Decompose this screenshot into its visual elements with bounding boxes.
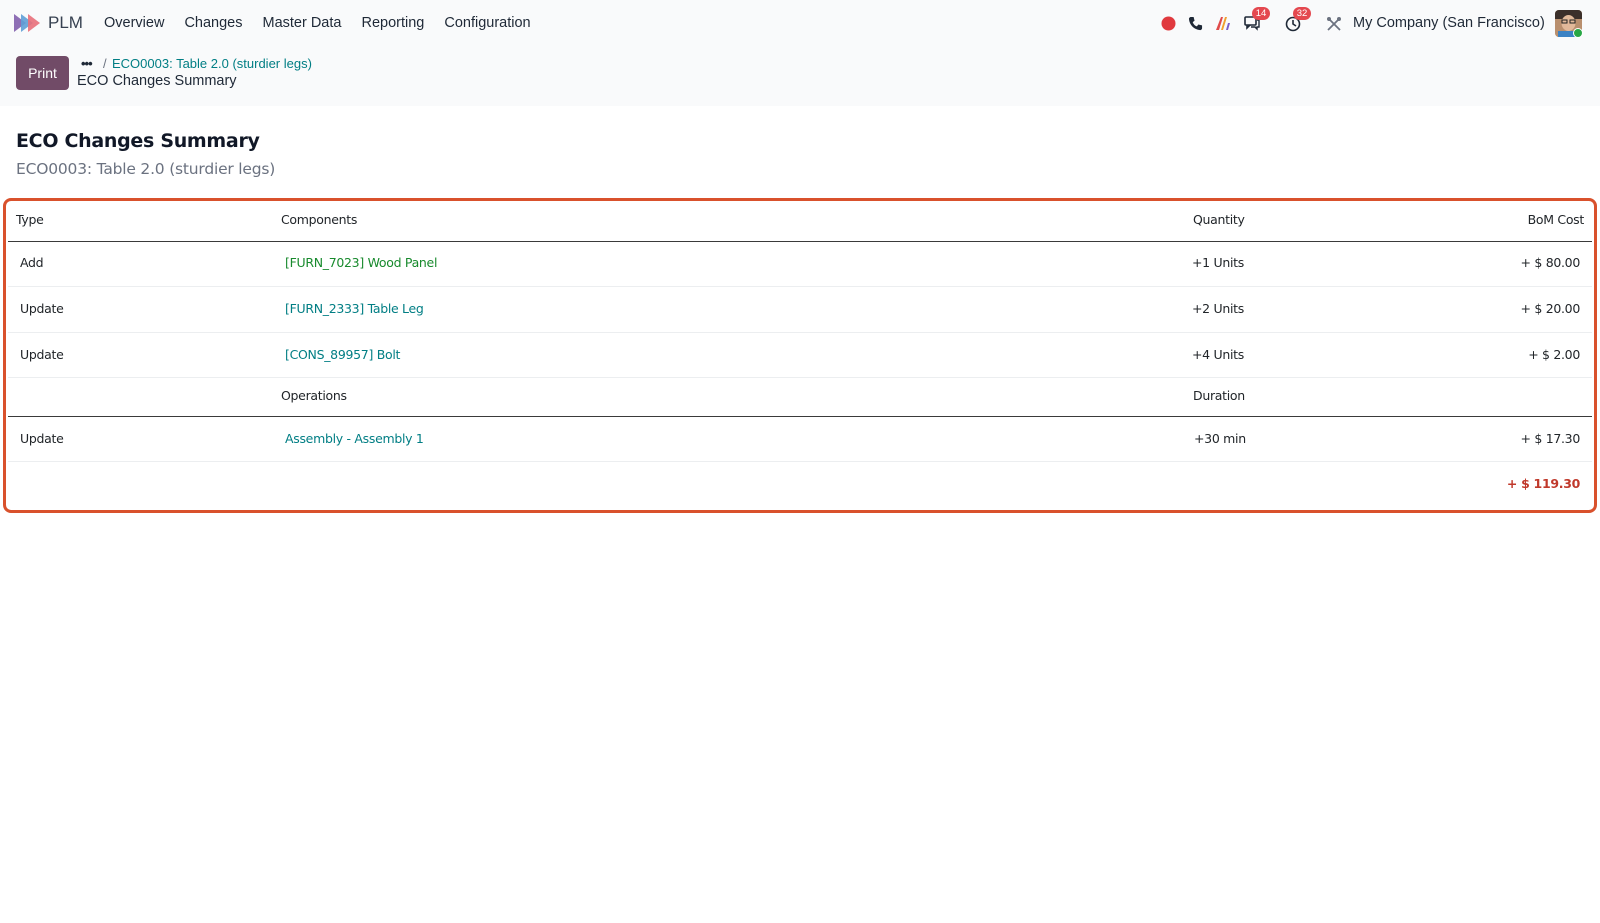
header-type: Type (16, 212, 44, 227)
row-divider (8, 332, 1592, 333)
menu-changes[interactable]: Changes (184, 15, 242, 31)
header-operations: Operations (281, 388, 347, 403)
row-cost: + $ 20.00 (1520, 301, 1581, 316)
report-title: ECO Changes Summary (16, 130, 260, 152)
header-duration: Duration (1193, 388, 1245, 403)
header-components: Components (281, 212, 358, 227)
app-logo-icon[interactable] (12, 12, 42, 34)
row-duration: +30 min (1194, 431, 1246, 446)
component-link[interactable]: [FURN_7023] Wood Panel (285, 255, 437, 270)
row-type: Add (20, 255, 44, 270)
menu-master-data[interactable]: Master Data (262, 15, 341, 31)
tools-icon[interactable] (1325, 15, 1342, 32)
activity-badge: 32 (1293, 7, 1311, 20)
menu-overview[interactable]: Overview (104, 15, 164, 31)
print-button[interactable]: Print (16, 56, 69, 90)
row-quantity: +1 Units (1192, 255, 1244, 270)
row-divider (8, 286, 1592, 287)
total-cost: + $ 119.30 (1506, 476, 1580, 491)
component-link[interactable]: [FURN_2333] Table Leg (285, 301, 424, 316)
row-divider (8, 461, 1592, 462)
ai-icon[interactable] (1215, 15, 1232, 32)
online-status-dot (1573, 28, 1583, 38)
messages-badge: 14 (1252, 7, 1270, 20)
app-name[interactable]: PLM (48, 13, 83, 33)
top-navbar: PLM Overview Changes Master Data Reporti… (0, 0, 1600, 46)
header-quantity: Quantity (1193, 212, 1245, 227)
activity-clock-icon[interactable]: 32 (1284, 7, 1311, 32)
row-cost: + $ 17.30 (1520, 431, 1581, 446)
breadcrumb-current: ECO Changes Summary (77, 73, 237, 89)
report-subtitle: ECO0003: Table 2.0 (sturdier legs) (16, 160, 276, 178)
breadcrumb-parent-link[interactable]: ECO0003: Table 2.0 (sturdier legs) (112, 56, 312, 71)
row-type: Update (20, 431, 64, 446)
main-menu: Overview Changes Master Data Reporting C… (104, 15, 551, 31)
menu-configuration[interactable]: Configuration (444, 15, 530, 31)
row-type: Update (20, 301, 64, 316)
breadcrumb-more-icon[interactable]: ••• (81, 56, 93, 71)
record-icon[interactable] (1160, 15, 1177, 32)
control-panel: Print ••• / ECO0003: Table 2.0 (sturdier… (0, 46, 1600, 106)
row-type: Update (20, 347, 64, 362)
header-bom-cost: BoM Cost (1527, 212, 1585, 227)
row-quantity: +4 Units (1192, 347, 1244, 362)
row-divider (8, 377, 1592, 378)
component-link[interactable]: [CONS_89957] Bolt (285, 347, 400, 362)
row-cost: + $ 2.00 (1528, 347, 1580, 362)
breadcrumb-separator: / (103, 56, 107, 71)
menu-reporting[interactable]: Reporting (361, 15, 424, 31)
changes-table-highlight (3, 198, 1597, 513)
header-divider (8, 241, 1592, 242)
row-cost: + $ 80.00 (1520, 255, 1581, 270)
operation-link[interactable]: Assembly - Assembly 1 (285, 431, 424, 446)
messages-icon[interactable]: 14 (1243, 7, 1270, 32)
row-quantity: +2 Units (1192, 301, 1244, 316)
company-switcher[interactable]: My Company (San Francisco) (1353, 15, 1545, 31)
operations-header-divider (8, 416, 1592, 417)
phone-icon[interactable] (1187, 15, 1204, 32)
